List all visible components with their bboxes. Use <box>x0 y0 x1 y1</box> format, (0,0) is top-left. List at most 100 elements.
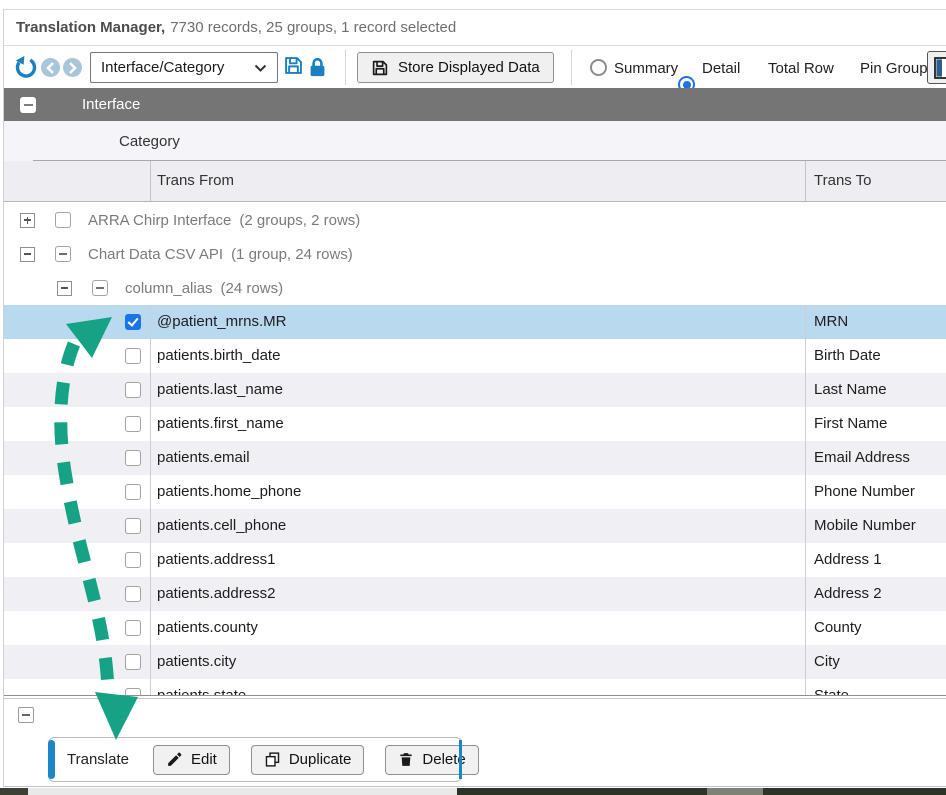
toolbar: Interface/Category Store Displayed Data … <box>4 45 946 88</box>
view-mode-dropdown[interactable]: Interface/Category <box>90 52 278 83</box>
group-checkbox[interactable] <box>55 212 71 228</box>
forward-button[interactable] <box>63 58 82 77</box>
trans-from-cell[interactable]: patients.birth_date <box>150 339 805 373</box>
trans-to-cell[interactable]: Address 2 <box>805 577 946 611</box>
row-checkbox[interactable] <box>125 348 141 364</box>
row-checkbox-cell <box>4 339 150 373</box>
expander-icon[interactable] <box>20 213 35 228</box>
trans-from-cell[interactable]: patients.first_name <box>150 407 805 441</box>
trans-to-cell[interactable]: Mobile Number <box>805 509 946 543</box>
window-border-left <box>3 9 4 787</box>
row-checkbox[interactable] <box>125 416 141 432</box>
table-row[interactable]: patients.birth_date Birth Date <box>4 339 946 373</box>
group-row[interactable]: column_alias (24 rows) <box>4 271 946 305</box>
trans-from-cell[interactable]: patients.address1 <box>150 543 805 577</box>
row-checkbox[interactable] <box>125 620 141 636</box>
trans-to-cell[interactable]: Phone Number <box>805 475 946 509</box>
row-checkbox-cell <box>4 305 150 339</box>
table-row[interactable]: patients.home_phone Phone Number <box>4 475 946 509</box>
table-row[interactable]: patients.county County <box>4 611 946 645</box>
trans-from-cell[interactable]: patients.city <box>150 645 805 679</box>
grid-body: ARRA Chirp Interface (2 groups, 2 rows) … <box>4 203 946 695</box>
record-summary: 7730 records, 25 groups, 1 record select… <box>170 19 456 36</box>
group-checkbox[interactable] <box>55 246 71 262</box>
toolbar-separator <box>345 50 346 85</box>
table-row[interactable]: patients.city City <box>4 645 946 679</box>
table-row[interactable]: patients.cell_phone Mobile Number <box>4 509 946 543</box>
undo-icon <box>14 55 38 79</box>
trans-to-cell[interactable]: City <box>805 645 946 679</box>
trans-from-cell[interactable]: patients.home_phone <box>150 475 805 509</box>
lock-button[interactable] <box>308 56 327 82</box>
expander-icon[interactable] <box>57 281 72 296</box>
table-row[interactable]: patients.last_name Last Name <box>4 373 946 407</box>
table-row[interactable]: patients.state State <box>4 679 946 695</box>
table-row[interactable]: patients.address2 Address 2 <box>4 577 946 611</box>
trans-to-cell[interactable]: Address 1 <box>805 543 946 577</box>
row-checkbox[interactable] <box>125 654 141 670</box>
toolbar-separator <box>571 50 572 85</box>
row-checkbox[interactable] <box>125 688 141 695</box>
table-row[interactable]: patients.first_name First Name <box>4 407 946 441</box>
total-row-label[interactable]: Total Row <box>768 60 834 77</box>
row-checkbox-cell <box>4 373 150 407</box>
row-checkbox[interactable] <box>125 484 141 500</box>
back-button[interactable] <box>41 58 60 77</box>
table-row[interactable]: patients.address1 Address 1 <box>4 543 946 577</box>
row-checkbox[interactable] <box>125 552 141 568</box>
save-icon <box>283 55 304 76</box>
trans-from-cell[interactable]: patients.county <box>150 611 805 645</box>
group-meta: (2 groups, 2 rows) <box>239 212 360 229</box>
row-checkbox[interactable] <box>125 518 141 534</box>
row-checkbox[interactable] <box>125 450 141 466</box>
trans-to-cell[interactable]: Birth Date <box>805 339 946 373</box>
copy-icon <box>264 751 281 768</box>
store-displayed-data-button[interactable]: Store Displayed Data <box>357 52 554 83</box>
detail-radio-label[interactable]: Detail <box>702 60 740 77</box>
row-checkbox[interactable] <box>125 586 141 602</box>
trans-to-cell[interactable]: Email Address <box>805 441 946 475</box>
translate-label: Translate <box>67 751 129 768</box>
edit-button[interactable]: Edit <box>153 745 230 775</box>
table-row[interactable]: patients.email Email Address <box>4 441 946 475</box>
undo-button[interactable] <box>14 55 38 79</box>
panel-toggle-button[interactable] <box>927 51 946 84</box>
row-checkbox[interactable] <box>125 382 141 398</box>
row-checkbox-cell <box>4 645 150 679</box>
duplicate-button[interactable]: Duplicate <box>251 745 365 775</box>
lock-icon <box>308 56 327 78</box>
trash-icon <box>398 751 414 768</box>
pin-groups-label[interactable]: Pin Groups <box>860 60 935 77</box>
group-checkbox[interactable] <box>92 280 108 296</box>
delete-button[interactable]: Delete <box>385 745 478 775</box>
collapse-panel-icon[interactable] <box>18 707 34 723</box>
trans-from-cell[interactable]: patients.email <box>150 441 805 475</box>
table-row[interactable]: @patient_mrns.MR MRN <box>4 305 946 339</box>
group-row[interactable]: ARRA Chirp Interface (2 groups, 2 rows) <box>4 203 946 237</box>
expander-icon[interactable] <box>20 247 35 262</box>
translate-panel: Translate Edit Duplicate Delete <box>48 737 462 782</box>
pencil-icon <box>166 751 183 768</box>
trans-from-cell[interactable]: patients.address2 <box>150 577 805 611</box>
trans-from-column-header[interactable]: Trans From <box>150 161 805 201</box>
trans-to-cell[interactable]: County <box>805 611 946 645</box>
trans-to-cell[interactable]: MRN <box>805 305 946 339</box>
trans-to-column-header[interactable]: Trans To <box>805 161 946 201</box>
collapse-interface-icon[interactable] <box>20 97 36 113</box>
column-header-row: Trans From Trans To <box>4 161 946 202</box>
summary-radio-label[interactable]: Summary <box>614 60 678 77</box>
trans-from-cell[interactable]: patients.last_name <box>150 373 805 407</box>
trans-to-cell[interactable]: Last Name <box>805 373 946 407</box>
desktop-edge-strip <box>0 788 946 795</box>
trans-to-cell[interactable]: First Name <box>805 407 946 441</box>
trans-from-cell[interactable]: patients.state <box>150 679 805 695</box>
trans-from-cell[interactable]: @patient_mrns.MR <box>150 305 805 339</box>
group-row[interactable]: Chart Data CSV API (1 group, 24 rows) <box>4 237 946 271</box>
save-view-button[interactable] <box>283 55 304 80</box>
summary-radio[interactable] <box>590 59 607 76</box>
trans-from-cell[interactable]: patients.cell_phone <box>150 509 805 543</box>
row-checkbox[interactable] <box>125 314 141 330</box>
chevron-right-icon <box>68 62 77 74</box>
view-mode-value: Interface/Category <box>101 59 224 76</box>
trans-to-cell[interactable]: State <box>805 679 946 695</box>
